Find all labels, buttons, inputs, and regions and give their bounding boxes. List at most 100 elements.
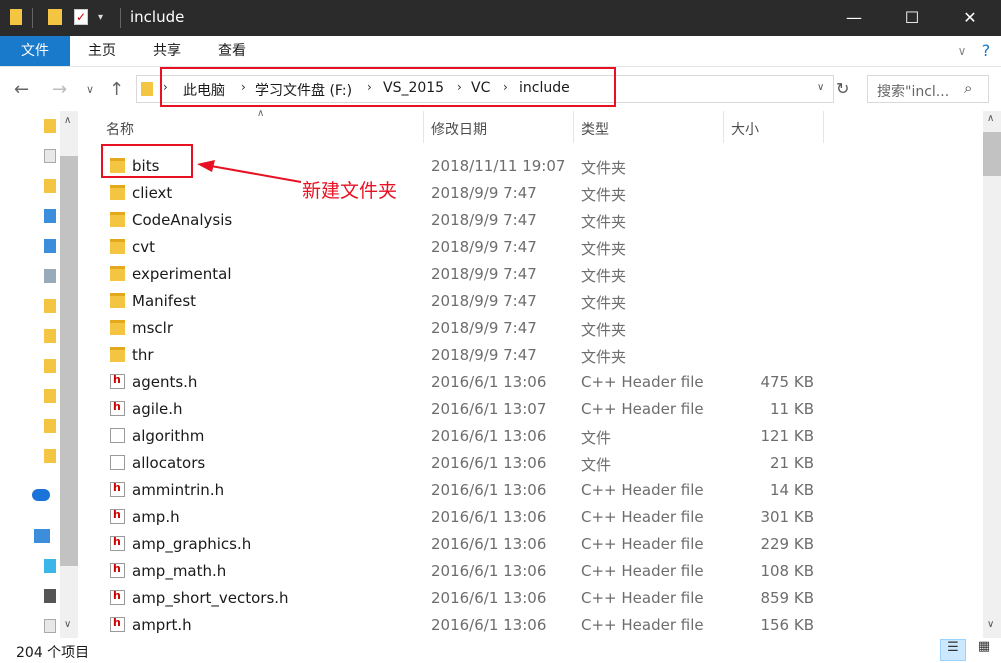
file-row[interactable]: cvt 2018/9/9 7:47 文件夹 [100, 233, 980, 260]
folder-icon[interactable] [44, 299, 56, 313]
pc-icon[interactable] [44, 239, 56, 253]
file-date: 2016/6/1 13:06 [431, 535, 547, 553]
file-row[interactable]: amp_graphics.h 2016/6/1 13:06 C++ Header f… [100, 530, 980, 557]
file-size: 108 KB [760, 562, 814, 580]
recent-chevron-icon[interactable]: ∨ [86, 83, 94, 96]
file-type: 文件夹 [581, 294, 627, 312]
file-list-scrollbar-thumb[interactable] [983, 132, 1001, 176]
doc-icon[interactable] [44, 149, 56, 163]
this-pc-icon[interactable] [34, 529, 50, 543]
minimize-button[interactable]: — [825, 0, 883, 36]
tab-share[interactable]: 共享 [147, 36, 187, 66]
file-name: amp_graphics.h [132, 535, 252, 553]
file-size: 11 KB [770, 400, 814, 418]
file-type: 文件夹 [581, 240, 627, 258]
search-input[interactable]: 搜索"incl... ⌕ [867, 75, 989, 103]
folder-icon[interactable] [44, 419, 56, 433]
folder-icon[interactable] [44, 329, 56, 343]
downloads-icon[interactable] [44, 209, 56, 223]
file-row[interactable]: amp.h 2016/6/1 13:06 C++ Header file 301 KB [100, 503, 980, 530]
file-row[interactable]: allocators 2016/6/1 13:06 文件 21 KB [100, 449, 980, 476]
folder-icon [110, 320, 125, 335]
scroll-down-icon[interactable]: ∨ [64, 619, 71, 630]
scroll-up-icon[interactable]: ∧ [987, 113, 994, 124]
file-row[interactable]: agile.h 2016/6/1 13:07 C++ Header file 11 K… [100, 395, 980, 422]
address-highlight-box [160, 67, 616, 107]
file-name: amp.h [132, 508, 180, 526]
header-file-icon [110, 373, 125, 389]
quick-access-icon[interactable] [44, 119, 56, 133]
properties-icon[interactable] [48, 9, 62, 25]
tiles-view-icon[interactable]: ▦ [972, 639, 996, 661]
file-size: 156 KB [760, 616, 814, 634]
folder-icon [110, 239, 125, 254]
close-button[interactable]: ✕ [941, 0, 999, 36]
file-name: cvt [132, 238, 156, 256]
drive-icon[interactable] [44, 589, 56, 603]
column-divider[interactable] [573, 111, 574, 143]
file-row[interactable]: experimental 2018/9/9 7:47 文件夹 [100, 260, 980, 287]
scroll-down-icon[interactable]: ∨ [987, 619, 994, 630]
forward-icon[interactable]: → [52, 79, 67, 100]
file-row[interactable]: CodeAnalysis 2018/9/9 7:47 文件夹 [100, 206, 980, 233]
folder-icon [110, 185, 125, 200]
header-file-icon [110, 481, 125, 497]
file-name: amp_short_vectors.h [132, 589, 289, 607]
maximize-button[interactable]: ☐ [883, 0, 941, 36]
divider [120, 8, 121, 28]
file-row[interactable]: algorithm 2016/6/1 13:06 文件 121 KB [100, 422, 980, 449]
divider [32, 8, 33, 28]
tab-file[interactable]: 文件 [0, 36, 70, 66]
folder-icon[interactable] [44, 389, 56, 403]
address-dropdown-icon[interactable]: ∨ [817, 82, 824, 93]
help-icon[interactable]: ? [976, 36, 996, 66]
file-type: C++ Header file [581, 481, 704, 499]
drive-icon[interactable] [44, 559, 56, 573]
column-divider[interactable] [723, 111, 724, 143]
file-row[interactable]: amprt.h 2016/6/1 13:06 C++ Header file 156 … [100, 611, 980, 638]
window-title: include [130, 8, 185, 26]
nav-scrollbar-thumb[interactable] [60, 156, 78, 566]
scroll-up-icon[interactable]: ∧ [64, 115, 71, 126]
column-divider[interactable] [823, 111, 824, 143]
chevron-down-icon[interactable]: ∨ [952, 36, 972, 66]
drive-icon[interactable] [44, 619, 56, 633]
file-row[interactable]: Manifest 2018/9/9 7:47 文件夹 [100, 287, 980, 314]
folder-icon[interactable] [44, 449, 56, 463]
tab-view[interactable]: 查看 [212, 36, 252, 66]
column-divider[interactable] [423, 111, 424, 143]
folder-icon[interactable] [44, 179, 56, 193]
back-icon[interactable]: ← [14, 79, 29, 100]
qa-dropdown-icon[interactable]: ▾ [98, 12, 103, 23]
search-icon[interactable]: ⌕ [964, 79, 972, 97]
column-header-type[interactable]: 类型 [581, 117, 609, 143]
file-row[interactable]: amp_math.h 2016/6/1 13:06 C++ Header file 1… [100, 557, 980, 584]
navigation-pane: ∧ ∨ [0, 111, 80, 638]
checklist-icon[interactable]: ✓ [74, 9, 88, 25]
file-type: C++ Header file [581, 535, 704, 553]
folder-icon [110, 212, 125, 227]
onedrive-icon[interactable] [32, 489, 50, 501]
file-row[interactable]: msclr 2018/9/9 7:47 文件夹 [100, 314, 980, 341]
column-header-date[interactable]: 修改日期 [431, 117, 487, 143]
file-size: 14 KB [770, 481, 814, 499]
file-name: agents.h [132, 373, 198, 391]
tab-home[interactable]: 主页 [82, 36, 122, 66]
drive-icon[interactable] [44, 269, 56, 283]
file-row[interactable]: agents.h 2016/6/1 13:06 C++ Header file 475… [100, 368, 980, 395]
refresh-icon[interactable]: ↻ [836, 79, 849, 98]
up-icon[interactable]: ↑ [109, 79, 124, 100]
file-date: 2016/6/1 13:06 [431, 562, 547, 580]
file-list-scrollbar[interactable]: ∧ ∨ [983, 111, 1001, 638]
file-row[interactable]: amp_short_vectors.h 2016/6/1 13:06 C++ Hea… [100, 584, 980, 611]
file-size: 301 KB [760, 508, 814, 526]
file-row[interactable]: thr 2018/9/9 7:47 文件夹 [100, 341, 980, 368]
file-type: 文件夹 [581, 213, 627, 231]
column-header-size[interactable]: 大小 [731, 117, 759, 143]
folder-icon[interactable] [44, 359, 56, 373]
file-type: 文件 [581, 429, 612, 447]
header-file-icon [110, 400, 125, 416]
column-header-name[interactable]: 名称 [106, 117, 134, 143]
file-row[interactable]: ammintrin.h 2016/6/1 13:06 C++ Header file… [100, 476, 980, 503]
details-view-icon[interactable]: ☰ [940, 639, 966, 661]
